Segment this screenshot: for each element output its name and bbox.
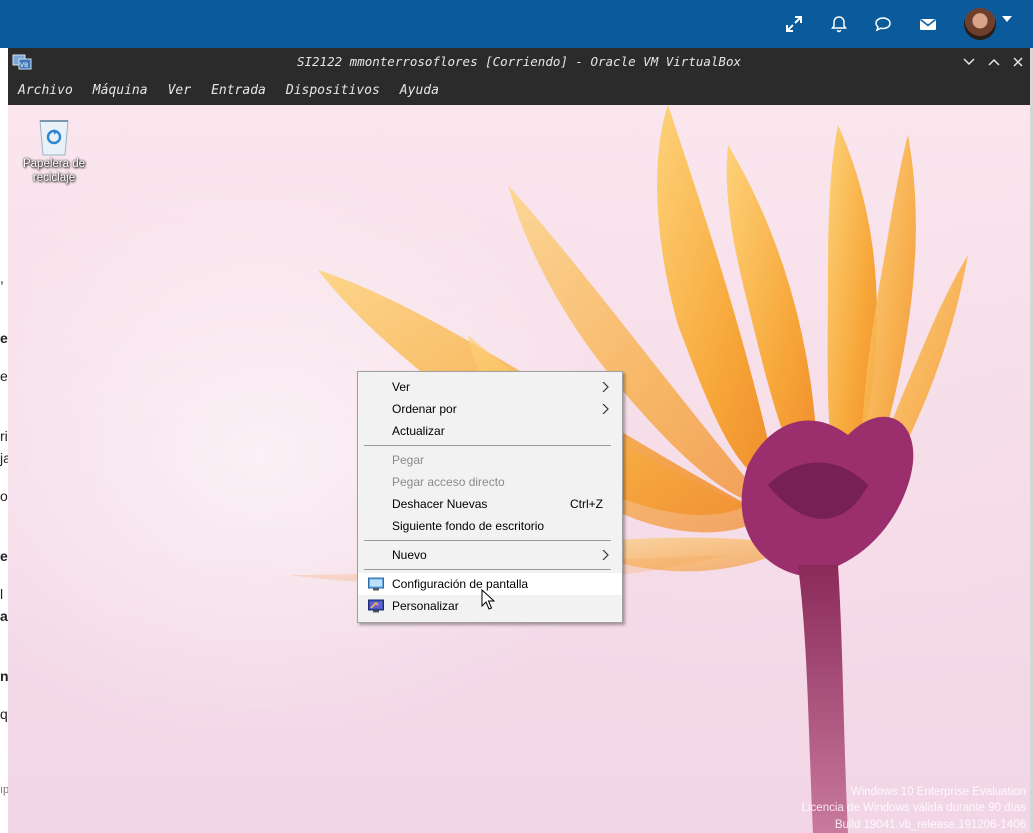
recycle-bin-shortcut[interactable]: Papelera de reciclaje xyxy=(20,113,88,185)
avatar[interactable] xyxy=(964,8,996,40)
watermark-line: Windows 10 Enterprise Evaluation xyxy=(850,785,1026,798)
chevron-down-icon[interactable] xyxy=(1002,16,1012,22)
menu-ver[interactable]: Ver xyxy=(158,76,201,105)
menu-maquina[interactable]: Máquina xyxy=(83,76,158,105)
watermark-line: Licencia de Windows válida durante 90 dí… xyxy=(801,802,1026,814)
envelope-icon[interactable] xyxy=(916,12,940,36)
menu-item-paste-shortcut[interactable]: Pegar acceso directo xyxy=(358,471,622,493)
menu-item-sort-by[interactable]: Ordenar por xyxy=(358,398,622,420)
host-text-fragment: o xyxy=(0,488,8,504)
host-text-fragment: q xyxy=(0,706,8,722)
chat-bubble-icon[interactable] xyxy=(871,12,895,36)
host-text-fragment: e xyxy=(0,548,8,564)
mouse-cursor-icon xyxy=(481,589,495,610)
maximize-button[interactable] xyxy=(985,53,1003,71)
chevron-right-icon xyxy=(602,382,609,392)
menu-item-label: Pegar acceso directo xyxy=(392,475,505,489)
menu-item-label: Configuración de pantalla xyxy=(392,577,529,591)
host-text-fragment: l xyxy=(0,586,4,602)
menu-item-label: Ordenar por xyxy=(392,402,457,416)
menu-separator xyxy=(364,569,611,570)
chevron-right-icon xyxy=(602,404,609,414)
menu-item-label: Deshacer Nuevas xyxy=(392,497,488,511)
menu-item-label: Actualizar xyxy=(392,424,445,438)
host-text-fragment: , xyxy=(0,270,4,286)
expand-icon[interactable] xyxy=(782,12,806,36)
host-text-fragment: e xyxy=(0,330,8,346)
menu-item-new[interactable]: Nuevo xyxy=(358,544,622,566)
menu-item-label: Personalizar xyxy=(392,599,459,613)
menu-item-next-wallpaper[interactable]: Siguiente fondo de escritorio xyxy=(358,515,622,537)
menu-separator xyxy=(364,445,611,446)
recycle-bin-label: Papelera de xyxy=(22,158,86,170)
minimize-button[interactable] xyxy=(960,53,978,71)
menu-item-label: Ver xyxy=(392,380,411,394)
menu-entrada[interactable]: Entrada xyxy=(201,76,276,105)
menu-item-label: Nuevo xyxy=(392,548,427,562)
menu-item-paste[interactable]: Pegar xyxy=(358,449,622,471)
host-text-fragment: e xyxy=(0,368,8,384)
menu-item-undo-new[interactable]: Deshacer Nuevas Ctrl+Z xyxy=(358,493,622,515)
menu-item-label: Pegar xyxy=(392,453,425,467)
menu-item-label: Siguiente fondo de escritorio xyxy=(392,519,545,533)
vbox-title-bar[interactable]: VB SI2122 mmonterrosoflores [Corriendo] … xyxy=(8,48,1030,76)
menu-ayuda[interactable]: Ayuda xyxy=(390,76,449,105)
recycle-bin-icon xyxy=(34,113,74,157)
vbox-menu-bar: Archivo Máquina Ver Entrada Dispositivos… xyxy=(8,76,1030,105)
recycle-bin-label: reciclaje xyxy=(32,172,76,184)
menu-dispositivos[interactable]: Dispositivos xyxy=(276,76,390,105)
close-button[interactable] xyxy=(1009,53,1027,71)
host-text-fragment: a xyxy=(0,608,8,624)
menu-item-shortcut: Ctrl+Z xyxy=(570,497,603,511)
personalize-icon xyxy=(368,599,384,613)
host-text-fragment: ri xyxy=(0,428,8,444)
windows-watermark: Windows 10 Enterprise Evaluation Licenci… xyxy=(802,784,1026,833)
menu-item-refresh[interactable]: Actualizar xyxy=(358,420,622,442)
watermark-line: Build 19041.vb_release.191206-1406 xyxy=(834,818,1026,831)
desktop-context-menu: Ver Ordenar por Actualizar Pegar Pegar a… xyxy=(357,371,623,623)
menu-separator xyxy=(364,540,611,541)
bell-icon[interactable] xyxy=(827,12,851,36)
menu-item-view[interactable]: Ver xyxy=(358,376,622,398)
monitor-icon xyxy=(368,577,384,591)
window-title: SI2122 mmonterrosoflores [Corriendo] - O… xyxy=(296,54,741,69)
host-top-bar xyxy=(0,0,1033,48)
chevron-right-icon xyxy=(602,550,609,560)
menu-archivo[interactable]: Archivo xyxy=(8,76,83,105)
